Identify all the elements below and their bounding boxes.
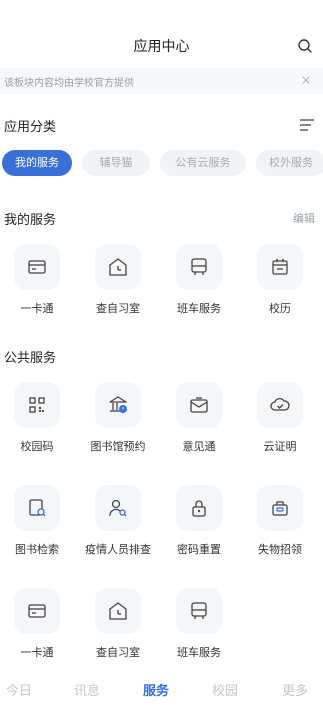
tile-password-reset[interactable]: 密码重置 [161, 485, 237, 565]
tile-lost-found[interactable]: 失物招领 [242, 485, 318, 565]
chip-tutor[interactable]: 辅导猫 [82, 150, 150, 176]
clock-icon [109, 258, 127, 276]
category-chips: 我的服务 辅导猫 公有云服务 校外服务 [0, 150, 323, 178]
tile-epidemic-check[interactable]: 疫情人员排查 [80, 485, 156, 565]
tile-cloud-cert[interactable]: 云证明 [242, 382, 318, 462]
bus-icon [191, 602, 207, 619]
tile-calendar[interactable]: 校历 [242, 244, 318, 324]
tile-label: 失物招领 [258, 543, 302, 556]
tile-card[interactable]: 一卡通 [0, 588, 75, 668]
tile-label: 密码重置 [177, 543, 221, 556]
notice-text: 该板块内容均由学校官方提供 [4, 78, 134, 89]
person-search-icon [109, 499, 127, 517]
card-icon [28, 260, 46, 274]
calendar-icon [272, 259, 288, 275]
tile-campus-code[interactable]: 校园码 [0, 382, 75, 462]
tile-bus[interactable]: 班车服务 [161, 588, 237, 668]
close-icon[interactable]: × [301, 73, 311, 87]
category-title: 应用分类 [4, 120, 57, 135]
tile-label: 校园码 [20, 440, 54, 453]
tile-label: 意见通 [182, 440, 216, 453]
tile-book-search[interactable]: 图书检索 [0, 485, 75, 565]
tile-label: 查自习室 [96, 302, 140, 315]
filter-icon[interactable] [299, 118, 315, 132]
bus-icon [191, 258, 207, 275]
tile-feedback[interactable]: 意见通 [161, 382, 237, 462]
chip-external[interactable]: 校外服务 [256, 150, 323, 176]
tile-label: 图书检索 [15, 543, 59, 556]
tab-more[interactable]: 更多 [282, 680, 308, 699]
lock-icon [192, 500, 206, 517]
tile-card[interactable]: 一卡通 [0, 244, 75, 324]
chip-my-services[interactable]: 我的服务 [2, 150, 72, 176]
tile-label: 一卡通 [20, 646, 54, 659]
edit-link[interactable]: 编辑 [293, 210, 315, 226]
cloud-check-icon [270, 397, 290, 411]
notice-bar: 该板块内容均由学校官方提供 × [0, 68, 323, 94]
book-search-icon [29, 499, 46, 517]
tile-study-room[interactable]: 查自习室 [80, 244, 156, 324]
tab-messages[interactable]: 讯息 [74, 680, 100, 699]
tile-label: 疫情人员排查 [85, 543, 151, 556]
public-services-title: 公共服务 [4, 351, 57, 366]
lost-found-icon [272, 501, 288, 516]
tile-label: 一卡通 [20, 302, 54, 315]
clock-icon [109, 602, 127, 620]
top-bar: 应用中心 [0, 30, 323, 64]
tile-label: 查自习室 [96, 646, 140, 659]
mail-icon [190, 397, 208, 413]
my-services-title: 我的服务 [4, 213, 57, 228]
tile-library-booking[interactable]: 图书馆预约 [80, 382, 156, 462]
tab-today[interactable]: 今日 [6, 680, 32, 699]
tab-campus[interactable]: 校园 [212, 680, 238, 699]
tile-label: 班车服务 [177, 302, 221, 315]
tile-label: 班车服务 [177, 646, 221, 659]
qr-code-icon [29, 397, 45, 413]
card-icon [28, 604, 46, 618]
tab-services[interactable]: 服务 [143, 680, 169, 699]
search-icon[interactable] [297, 38, 313, 54]
tile-bus[interactable]: 班车服务 [161, 244, 237, 324]
bottom-tab-bar: 今日 讯息 服务 校园 更多 [0, 676, 323, 706]
chip-public-cloud[interactable]: 公有云服务 [160, 150, 246, 176]
tile-label: 图书馆预约 [90, 440, 146, 453]
tile-label: 云证明 [263, 440, 297, 453]
page-title: 应用中心 [133, 39, 190, 55]
tile-study-room[interactable]: 查自习室 [80, 588, 156, 668]
library-icon [109, 396, 127, 413]
tile-label: 校历 [269, 302, 291, 315]
